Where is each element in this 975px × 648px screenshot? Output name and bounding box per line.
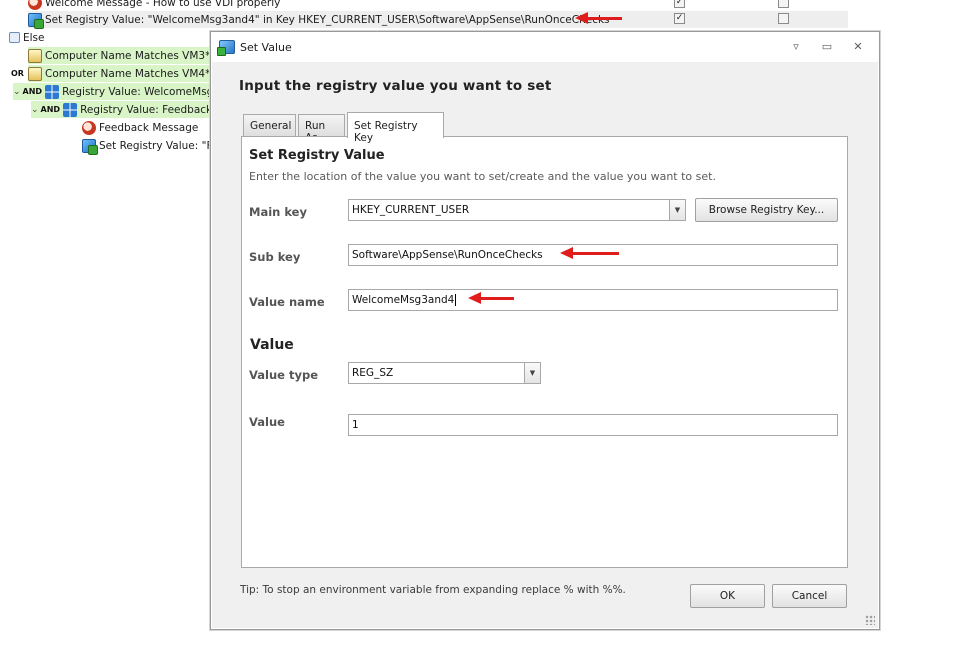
value-type-label: Value type <box>249 368 318 382</box>
chevron-down-icon[interactable]: ⌄ <box>31 105 39 115</box>
operator-label: AND <box>40 105 61 114</box>
pin-icon[interactable]: ▿ <box>789 40 803 54</box>
tree-item-label: Registry Value: WelcomeMsg3a <box>62 85 227 98</box>
value-name-text: WelcomeMsg3and4 <box>352 294 455 306</box>
maximize-icon[interactable]: ▭ <box>820 40 834 54</box>
dialog-client-area: Input the registry value you want to set… <box>212 62 878 628</box>
value-input[interactable]: 1 <box>348 414 838 436</box>
tree-item-label: Set Registry Value: "Fe <box>99 139 219 152</box>
chevron-down-icon[interactable]: ▼ <box>524 363 540 383</box>
value-type-dropdown[interactable]: REG_SZ ▼ <box>348 362 541 384</box>
tree-item-else[interactable]: Else <box>9 29 44 46</box>
checkbox[interactable]: ✓ <box>674 0 685 8</box>
registry-icon <box>63 102 78 117</box>
tree-item-label: Registry Value: FeedbackM <box>80 103 222 116</box>
tree-item-label: Feedback Message <box>99 121 199 134</box>
registry-icon <box>45 84 60 99</box>
value-name-input[interactable]: WelcomeMsg3and4 <box>348 289 838 311</box>
tree-operator-or: OR <box>11 65 27 82</box>
set-registry-icon <box>82 138 98 155</box>
section-description: Enter the location of the value you want… <box>249 170 716 183</box>
tree-item-computer-name-vm3[interactable]: Computer Name Matches VM3* <box>28 47 210 64</box>
annotation-arrow <box>560 247 619 259</box>
checkbox[interactable]: ✓ <box>674 13 685 24</box>
tree-item-computer-name-vm4[interactable]: Computer Name Matches VM4* <box>28 65 210 82</box>
tab-set-registry-key[interactable]: Set Registry Key <box>347 112 444 144</box>
close-icon[interactable]: ✕ <box>851 40 865 54</box>
tree-item-welcome-message[interactable]: Welcome Message - How to use VDI properl… <box>28 0 280 11</box>
cancel-button[interactable]: Cancel <box>772 584 847 608</box>
main-key-dropdown[interactable]: HKEY_CURRENT_USER ▼ <box>348 199 686 221</box>
value-label: Value <box>249 415 285 429</box>
title-bar[interactable]: Set Value ▿ ▭ ✕ <box>211 32 879 62</box>
set-registry-icon <box>217 40 235 56</box>
dialog-title: Set Value <box>240 40 292 54</box>
ok-button[interactable]: OK <box>690 584 765 608</box>
value-section-title: Value <box>250 337 294 353</box>
tip-text: Tip: To stop an environment variable fro… <box>240 584 626 596</box>
value-name-label: Value name <box>249 295 325 309</box>
tree-item-label: Computer Name Matches VM4* <box>45 67 211 80</box>
chevron-down-icon[interactable]: ▼ <box>669 200 685 220</box>
message-icon <box>28 0 42 10</box>
sub-key-input[interactable]: Software\AppSense\RunOnceChecks <box>348 244 838 266</box>
tab-run-as[interactable]: Run As <box>298 114 345 144</box>
computer-icon <box>28 48 42 63</box>
value-type-value: REG_SZ <box>352 367 394 379</box>
checkbox[interactable] <box>778 13 789 24</box>
operator-label: OR <box>11 69 24 78</box>
browse-registry-key-button[interactable]: Browse Registry Key... <box>695 198 838 222</box>
tree-item-set-registry-value[interactable]: Set Registry Value: "WelcomeMsg3and4" in… <box>28 11 848 29</box>
text-cursor <box>455 294 457 306</box>
tree-item-feedback-message[interactable]: Feedback Message <box>82 119 198 136</box>
section-title: Set Registry Value <box>249 148 385 163</box>
tree-item-label: Else <box>23 31 45 44</box>
annotation-arrow <box>468 292 514 304</box>
tree-item-label: Computer Name Matches VM3* <box>45 49 211 62</box>
main-key-value: HKEY_CURRENT_USER <box>352 204 470 216</box>
main-key-label: Main key <box>249 205 307 219</box>
sub-key-label: Sub key <box>249 250 301 264</box>
set-registry-icon <box>28 12 44 29</box>
operator-label: AND <box>22 87 43 96</box>
set-value-dialog: Set Value ▿ ▭ ✕ Input the registry value… <box>210 31 880 630</box>
else-branch-icon <box>9 32 20 43</box>
tree-item-set-registry-feedback[interactable]: Set Registry Value: "Fe <box>82 137 219 155</box>
tree-item-label: Welcome Message - How to use VDI properl… <box>45 0 281 9</box>
message-icon <box>82 120 96 135</box>
dialog-heading: Input the registry value you want to set <box>239 78 552 94</box>
tree-item-registry-value-welcome[interactable]: ⌄ AND Registry Value: WelcomeMsg3a <box>13 83 226 100</box>
checkbox[interactable] <box>778 0 789 8</box>
tree-item-registry-value-feedback[interactable]: ⌄ AND Registry Value: FeedbackM <box>31 101 221 118</box>
annotation-arrow <box>575 12 622 24</box>
chevron-down-icon[interactable]: ⌄ <box>13 87 21 97</box>
tab-general[interactable]: General <box>243 114 296 137</box>
tab-panel: Set Registry Value Enter the location of… <box>241 136 848 568</box>
resize-grip-icon[interactable] <box>865 615 875 625</box>
tree-item-label: Set Registry Value: "WelcomeMsg3and4" in… <box>45 13 610 26</box>
computer-icon <box>28 66 42 81</box>
